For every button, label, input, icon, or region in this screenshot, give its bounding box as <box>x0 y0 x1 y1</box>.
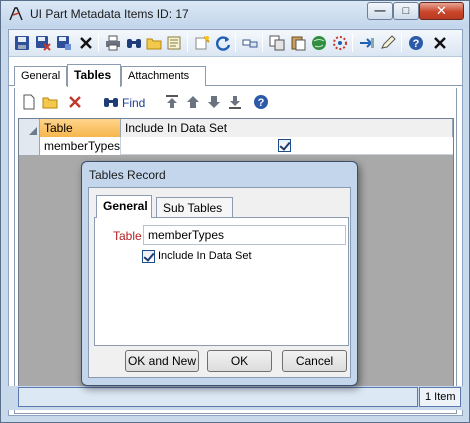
settings-icon[interactable] <box>332 35 348 51</box>
grid-header: Table Include In Data Set <box>19 119 453 137</box>
cell-include-in-data-set[interactable] <box>121 137 453 155</box>
dialog-tab-strip: General Sub Tables <box>94 195 345 218</box>
tab-attachments[interactable]: Attachments <box>121 66 206 86</box>
tab-tables[interactable]: Tables <box>67 64 121 87</box>
column-header-include-in-data-set[interactable]: Include In Data Set <box>121 119 453 137</box>
include-in-data-set-checkbox[interactable] <box>142 250 155 263</box>
tab-strip: General Tables Attachments <box>9 64 462 87</box>
dialog-tab-general[interactable]: General <box>96 195 152 218</box>
close-document-icon[interactable] <box>432 35 448 51</box>
status-bar: 1 Item <box>8 386 463 410</box>
toolbar-separator <box>187 34 188 52</box>
help-icon[interactable]: ? <box>408 35 424 51</box>
move-top-icon[interactable] <box>164 94 180 110</box>
app-icon <box>9 7 23 21</box>
move-down-icon[interactable] <box>206 94 222 110</box>
column-header-table[interactable]: Table <box>40 119 121 137</box>
open-folder-icon[interactable] <box>146 35 162 51</box>
grid-toolbar: Find ? <box>15 88 456 116</box>
delete-icon[interactable] <box>67 94 83 110</box>
table-field-label: Table <box>113 229 142 243</box>
dialog-general-panel: Table Include In Data Set <box>94 217 349 346</box>
toolbar-separator <box>352 34 353 52</box>
close-button[interactable]: ✕ <box>419 2 464 20</box>
maximize-icon: □ <box>402 5 410 17</box>
link-icon[interactable] <box>242 35 258 51</box>
cell-table[interactable]: memberTypes <box>40 137 121 155</box>
table-field[interactable] <box>143 225 346 245</box>
svg-text:?: ? <box>258 97 265 109</box>
ok-and-new-button[interactable]: OK and New <box>125 350 199 372</box>
table-row[interactable]: memberTypes <box>19 137 453 155</box>
ok-button[interactable]: OK <box>207 350 272 372</box>
window-title: UI Part Metadata Items ID: 17 <box>30 7 189 21</box>
row-selector[interactable] <box>19 137 40 155</box>
find-button[interactable]: Find <box>122 96 145 110</box>
save-icon[interactable] <box>14 35 30 51</box>
toolbar-separator <box>262 34 263 52</box>
paste-icon[interactable] <box>290 35 306 51</box>
document-icon[interactable] <box>166 35 182 51</box>
item-count: 1 Item <box>419 387 461 407</box>
dialog-tab-sub-tables[interactable]: Sub Tables <box>156 197 233 217</box>
find-icon[interactable] <box>103 94 119 110</box>
close-icon: ✕ <box>436 3 447 18</box>
grid-corner[interactable] <box>19 119 40 137</box>
copy-icon[interactable] <box>269 35 285 51</box>
wizard-icon[interactable] <box>194 35 210 51</box>
save-as-icon[interactable] <box>56 35 72 51</box>
toolbar-separator <box>98 34 99 52</box>
delete-icon[interactable] <box>78 35 94 51</box>
edit-icon[interactable] <box>380 35 396 51</box>
web-icon[interactable] <box>311 35 327 51</box>
title-bar[interactable]: UI Part Metadata Items ID: 17 — □ ✕ <box>1 1 469 28</box>
tables-record-dialog: Tables Record General Sub Tables Table I… <box>81 161 358 386</box>
minimize-icon: — <box>374 5 386 17</box>
cancel-button[interactable]: Cancel <box>282 350 347 372</box>
svg-text:?: ? <box>413 38 420 50</box>
dialog-title: Tables Record <box>89 168 166 182</box>
save-and-close-icon[interactable] <box>35 35 51 51</box>
help-icon[interactable]: ? <box>253 94 269 110</box>
main-toolbar: ? <box>9 30 462 57</box>
dialog-body: General Sub Tables Table Include In Data… <box>88 187 351 378</box>
new-icon[interactable] <box>21 94 37 110</box>
tab-general[interactable]: General <box>14 66 67 86</box>
move-up-icon[interactable] <box>185 94 201 110</box>
export-icon[interactable] <box>359 35 375 51</box>
toolbar-separator <box>235 34 236 52</box>
include-in-data-set-label: Include In Data Set <box>158 250 252 262</box>
open-icon[interactable] <box>42 94 58 110</box>
include-checkbox[interactable] <box>278 139 291 152</box>
find-icon[interactable] <box>126 35 142 51</box>
move-bottom-icon[interactable] <box>227 94 243 110</box>
maximize-button[interactable]: □ <box>393 2 419 20</box>
minimize-button[interactable]: — <box>367 2 393 20</box>
print-icon[interactable] <box>105 35 121 51</box>
refresh-icon[interactable] <box>215 35 231 51</box>
toolbar-separator <box>401 34 402 52</box>
status-message <box>18 387 418 407</box>
